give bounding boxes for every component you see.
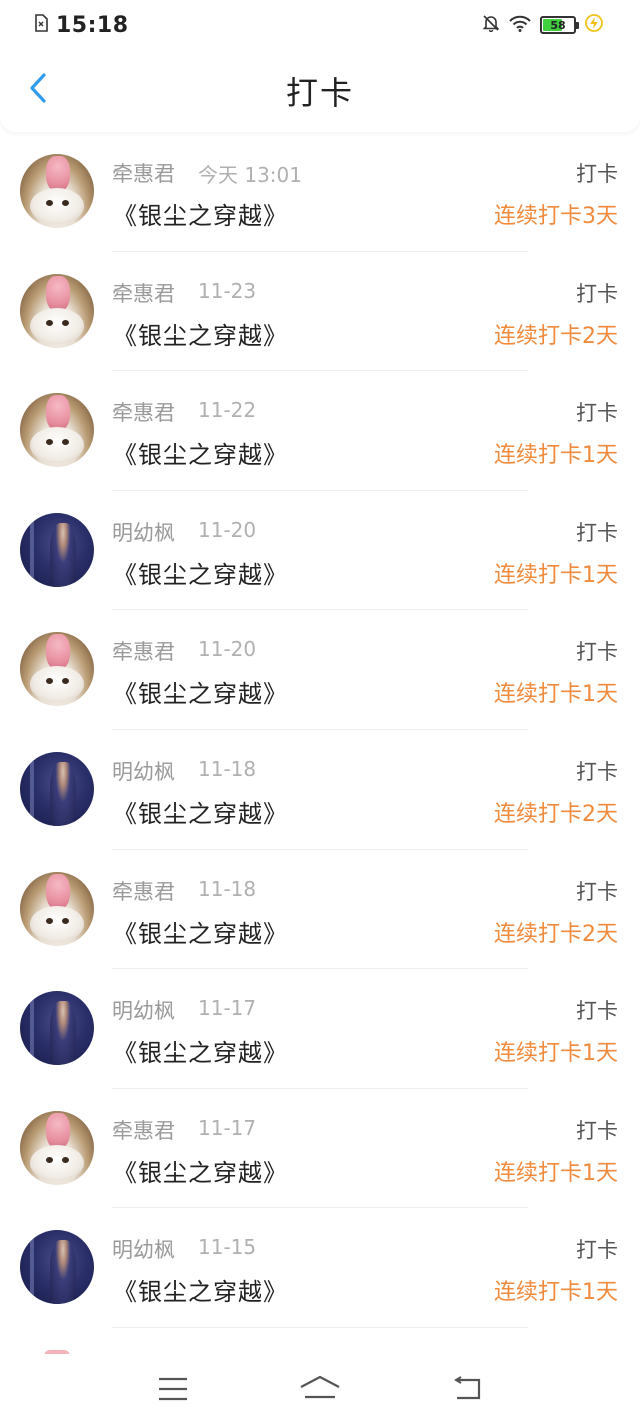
checkin-date: 11-20 bbox=[198, 637, 257, 662]
app-screen: 15:18 58 打卡 牵惠君 今天 13:01 打卡 《银尘之穿越》 连续打卡… bbox=[0, 0, 640, 1427]
user-avatar[interactable] bbox=[20, 154, 94, 228]
home-icon bbox=[298, 1375, 342, 1407]
streak-label: 连续打卡1天 bbox=[494, 1280, 618, 1306]
user-name: 牵惠君 bbox=[112, 1118, 175, 1143]
system-nav-bar bbox=[0, 1354, 640, 1427]
checkin-row[interactable]: 牵惠君 今天 13:01 打卡《银尘之穿越》 连续打卡3天 bbox=[0, 132, 640, 252]
checkin-type: 打卡 bbox=[576, 162, 618, 186]
user-name: 牵惠君 bbox=[112, 640, 175, 665]
checkin-type: 打卡 bbox=[576, 640, 618, 665]
user-name: 明幼枫 bbox=[112, 759, 175, 784]
book-title: 《银尘之穿越》 bbox=[113, 560, 288, 589]
user-avatar[interactable] bbox=[20, 1110, 94, 1185]
user-avatar[interactable] bbox=[20, 871, 94, 946]
checkin-type: 打卡 bbox=[576, 879, 618, 904]
page-title: 打卡 bbox=[285, 74, 354, 112]
streak-label: 连续打卡1天 bbox=[494, 1041, 618, 1067]
user-name: 明幼枫 bbox=[112, 520, 175, 545]
user-avatar[interactable] bbox=[20, 512, 94, 587]
user-name: 明幼枫 bbox=[112, 1238, 175, 1263]
checkin-row[interactable]: 明幼枫 11-17 打卡《银尘之穿越》 连续打卡1天 bbox=[0, 969, 640, 1089]
checkin-row[interactable]: 明幼枫 11-18 打卡《银尘之穿越》 连续打卡2天 bbox=[0, 730, 640, 850]
user-avatar[interactable] bbox=[20, 273, 94, 348]
checkin-type: 打卡 bbox=[576, 1118, 618, 1143]
user-avatar[interactable] bbox=[20, 632, 94, 707]
book-title: 《银尘之穿越》 bbox=[113, 1278, 288, 1307]
book-title: 《银尘之穿越》 bbox=[113, 202, 288, 230]
checkin-row[interactable]: 明幼枫 11-15 打卡《银尘之穿越》 连续打卡1天 bbox=[0, 1208, 640, 1328]
chevron-left-icon bbox=[27, 72, 49, 108]
user-name: 明幼枫 bbox=[112, 999, 175, 1024]
checkin-date: 11-18 bbox=[198, 756, 257, 781]
user-avatar[interactable] bbox=[20, 991, 94, 1066]
checkin-type: 打卡 bbox=[576, 281, 618, 306]
checkin-row[interactable]: 牵惠君 11-17 打卡《银尘之穿越》 连续打卡1天 bbox=[0, 1089, 640, 1209]
checkin-date: 今天 13:01 bbox=[198, 163, 302, 187]
checkin-type: 打卡 bbox=[576, 520, 618, 545]
status-right: 58 bbox=[482, 13, 604, 37]
user-avatar[interactable] bbox=[20, 1230, 94, 1305]
row-divider bbox=[112, 1326, 528, 1328]
app-header: 打卡 bbox=[0, 50, 640, 132]
checkin-type: 打卡 bbox=[576, 759, 618, 784]
book-title: 《银尘之穿越》 bbox=[113, 680, 288, 709]
mute-bell-icon bbox=[482, 14, 500, 36]
streak-label: 连续打卡1天 bbox=[494, 562, 618, 588]
book-title: 《银尘之穿越》 bbox=[113, 799, 288, 828]
checkin-date: 11-22 bbox=[198, 398, 257, 423]
streak-label: 连续打卡3天 bbox=[494, 204, 618, 229]
checkin-date: 11-15 bbox=[198, 1235, 257, 1260]
checkin-row[interactable]: 牵惠君 11-18 打卡《银尘之穿越》 连续打卡2天 bbox=[0, 850, 640, 970]
status-left: 15:18 bbox=[34, 13, 129, 38]
charging-icon bbox=[584, 13, 604, 37]
user-avatar[interactable] bbox=[20, 393, 94, 468]
checkin-row[interactable]: 牵惠君 11-20 打卡《银尘之穿越》 连续打卡1天 bbox=[0, 610, 640, 730]
checkin-list: 牵惠君 今天 13:01 打卡 《银尘之穿越》 连续打卡3天 牵惠君 11-23 打卡 《银尘之… bbox=[0, 132, 640, 1328]
checkin-type: 打卡 bbox=[576, 999, 618, 1024]
menu-icon bbox=[157, 1376, 189, 1406]
user-name: 牵惠君 bbox=[112, 162, 175, 186]
streak-label: 连续打卡1天 bbox=[494, 682, 618, 708]
status-time: 15:18 bbox=[56, 12, 129, 38]
checkin-row[interactable]: 牵惠君 11-23 打卡《银尘之穿越》 连续打卡2天 bbox=[0, 252, 640, 372]
streak-label: 连续打卡1天 bbox=[494, 443, 618, 469]
checkin-date: 11-17 bbox=[198, 996, 257, 1021]
sim-missing-icon bbox=[34, 14, 48, 36]
streak-label: 连续打卡2天 bbox=[494, 921, 618, 947]
battery-icon: 58 bbox=[540, 16, 579, 34]
streak-label: 连续打卡1天 bbox=[494, 1160, 618, 1186]
checkin-date: 11-23 bbox=[198, 278, 257, 303]
return-button[interactable] bbox=[442, 1371, 492, 1411]
checkin-row[interactable]: 牵惠君 11-22 打卡《银尘之穿越》 连续打卡1天 bbox=[0, 371, 640, 491]
battery-percent: 58 bbox=[550, 18, 566, 32]
user-name: 牵惠君 bbox=[112, 401, 175, 426]
user-name: 牵惠君 bbox=[112, 879, 175, 904]
checkin-date: 11-18 bbox=[198, 876, 257, 901]
checkin-type: 打卡 bbox=[576, 401, 618, 426]
return-icon bbox=[451, 1375, 483, 1406]
book-title: 《银尘之穿越》 bbox=[113, 1039, 288, 1068]
user-name: 牵惠君 bbox=[112, 281, 175, 306]
book-title: 《银尘之穿越》 bbox=[113, 441, 288, 470]
wifi-icon bbox=[508, 14, 532, 36]
book-title: 《银尘之穿越》 bbox=[113, 1158, 288, 1187]
checkin-date: 11-20 bbox=[198, 517, 257, 542]
back-button[interactable] bbox=[18, 70, 58, 110]
book-title: 《银尘之穿越》 bbox=[113, 321, 288, 350]
streak-label: 连续打卡2天 bbox=[494, 801, 618, 827]
status-bar: 15:18 58 bbox=[0, 0, 640, 50]
checkin-row[interactable]: 明幼枫 11-20 打卡《银尘之穿越》 连续打卡1天 bbox=[0, 491, 640, 611]
user-avatar[interactable] bbox=[20, 751, 94, 826]
home-button[interactable] bbox=[295, 1371, 345, 1411]
book-title: 《银尘之穿越》 bbox=[113, 919, 288, 948]
checkin-type: 打卡 bbox=[576, 1238, 618, 1263]
streak-label: 连续打卡2天 bbox=[494, 323, 618, 349]
checkin-date: 11-17 bbox=[198, 1115, 257, 1140]
menu-button[interactable] bbox=[148, 1371, 198, 1411]
